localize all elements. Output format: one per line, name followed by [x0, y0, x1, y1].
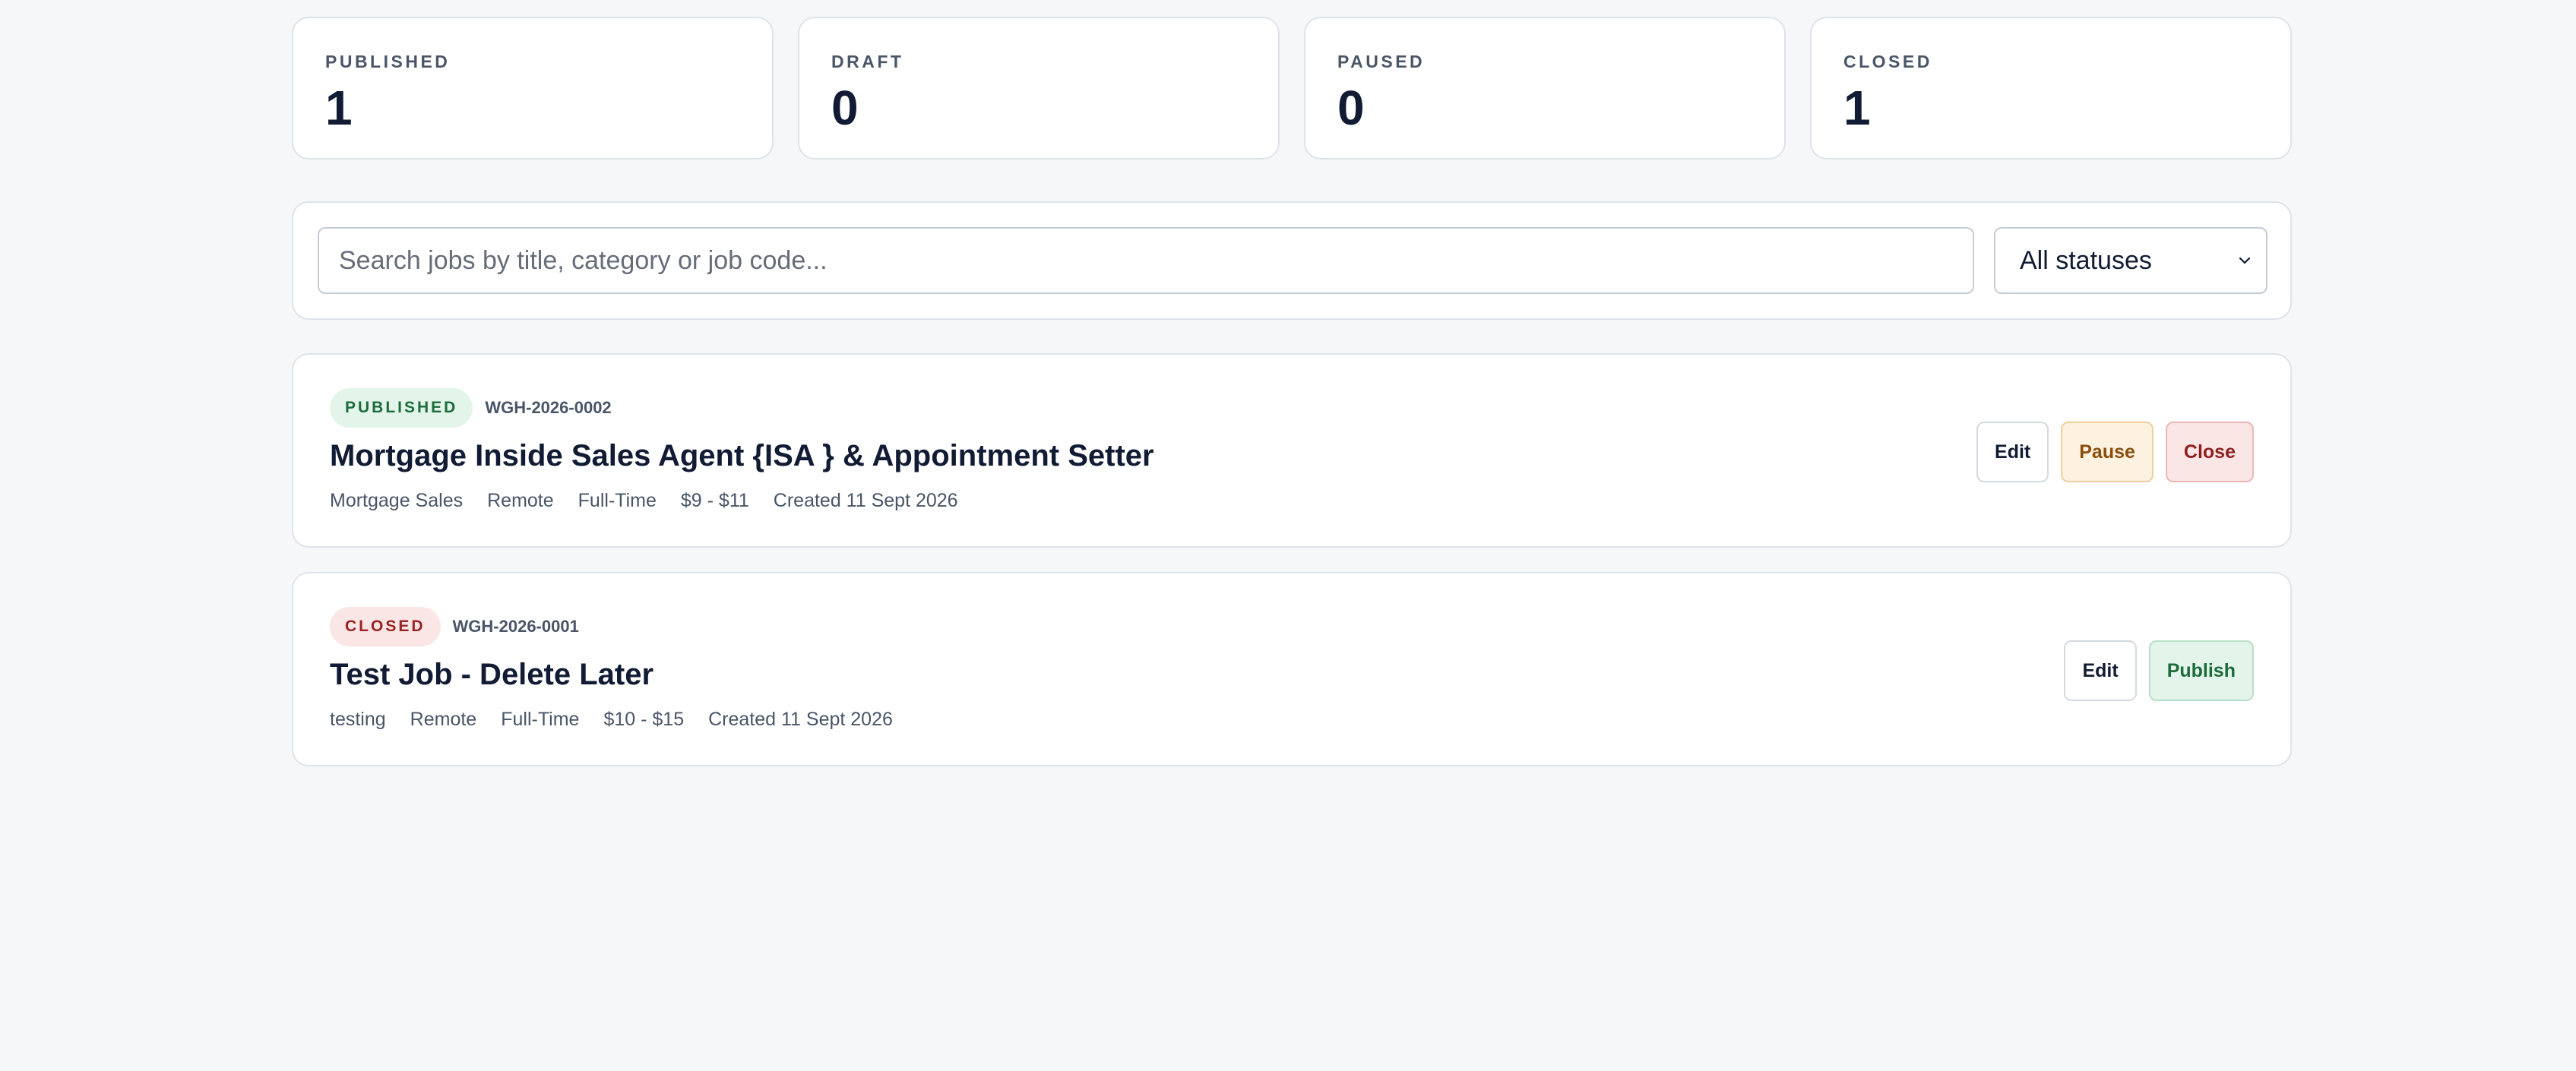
job-created: Created 11 Sept 2026: [773, 490, 958, 511]
stat-value: 0: [831, 81, 859, 135]
job-location: Remote: [487, 490, 554, 511]
job-meta: testing Remote Full-Time $10 - $15 Creat…: [330, 707, 893, 731]
status-summary: PUBLISHED 1 DRAFT 0 PAUSED 0 CLOSED 1: [292, 17, 2292, 160]
job-title: Mortgage Inside Sales Agent {ISA } & App…: [330, 439, 1154, 472]
job-created: Created 11 Sept 2026: [708, 709, 893, 730]
search-input[interactable]: [318, 227, 1974, 294]
job-code: WGH-2026-0001: [452, 617, 579, 636]
stat-label: CLOSED: [1843, 52, 1932, 71]
job-location: Remote: [410, 709, 477, 730]
pause-button[interactable]: Pause: [2061, 422, 2154, 482]
job-actions: Edit Pause Close: [1976, 422, 2254, 482]
stat-value: 1: [325, 81, 353, 135]
status-filter-select[interactable]: All statuses: [1994, 227, 2267, 294]
job-header: CLOSED WGH-2026-0001: [330, 607, 579, 646]
job-header: PUBLISHED WGH-2026-0002: [330, 388, 612, 428]
edit-button[interactable]: Edit: [1976, 422, 2049, 482]
publish-button[interactable]: Publish: [2148, 640, 2254, 701]
stat-label: PUBLISHED: [325, 52, 451, 71]
stat-value: 1: [1843, 81, 1871, 135]
status-badge: CLOSED: [330, 607, 441, 646]
job-code: WGH-2026-0002: [485, 398, 612, 417]
filter-bar: All statuses: [292, 201, 2292, 320]
chevron-down-icon: [2239, 257, 2251, 264]
stat-card-closed: CLOSED 1: [1810, 17, 2292, 160]
stat-label: DRAFT: [831, 52, 904, 71]
stat-label: PAUSED: [1337, 52, 1426, 71]
stat-value: 0: [1337, 81, 1365, 135]
job-category: testing: [330, 709, 386, 730]
edit-button[interactable]: Edit: [2064, 640, 2137, 701]
job-pay: $10 - $15: [603, 709, 685, 730]
job-meta: Mortgage Sales Remote Full-Time $9 - $11…: [330, 488, 958, 513]
job-pay: $9 - $11: [680, 490, 749, 511]
close-button[interactable]: Close: [2165, 422, 2254, 482]
job-actions: Edit Publish: [2064, 640, 2254, 701]
status-filter-value: All statuses: [2020, 245, 2152, 275]
stat-card-paused: PAUSED 0: [1304, 17, 1786, 160]
job-type: Full-Time: [578, 490, 657, 511]
stat-card-draft: DRAFT 0: [798, 17, 1280, 160]
status-badge: PUBLISHED: [330, 388, 473, 428]
stat-card-published: PUBLISHED 1: [292, 17, 774, 160]
job-category: Mortgage Sales: [330, 490, 464, 511]
job-type: Full-Time: [501, 709, 580, 730]
job-title: Test Job - Delete Later: [330, 658, 654, 691]
job-card: CLOSED WGH-2026-0001 Test Job - Delete L…: [292, 572, 2292, 766]
job-card: PUBLISHED WGH-2026-0002 Mortgage Inside …: [292, 353, 2292, 548]
